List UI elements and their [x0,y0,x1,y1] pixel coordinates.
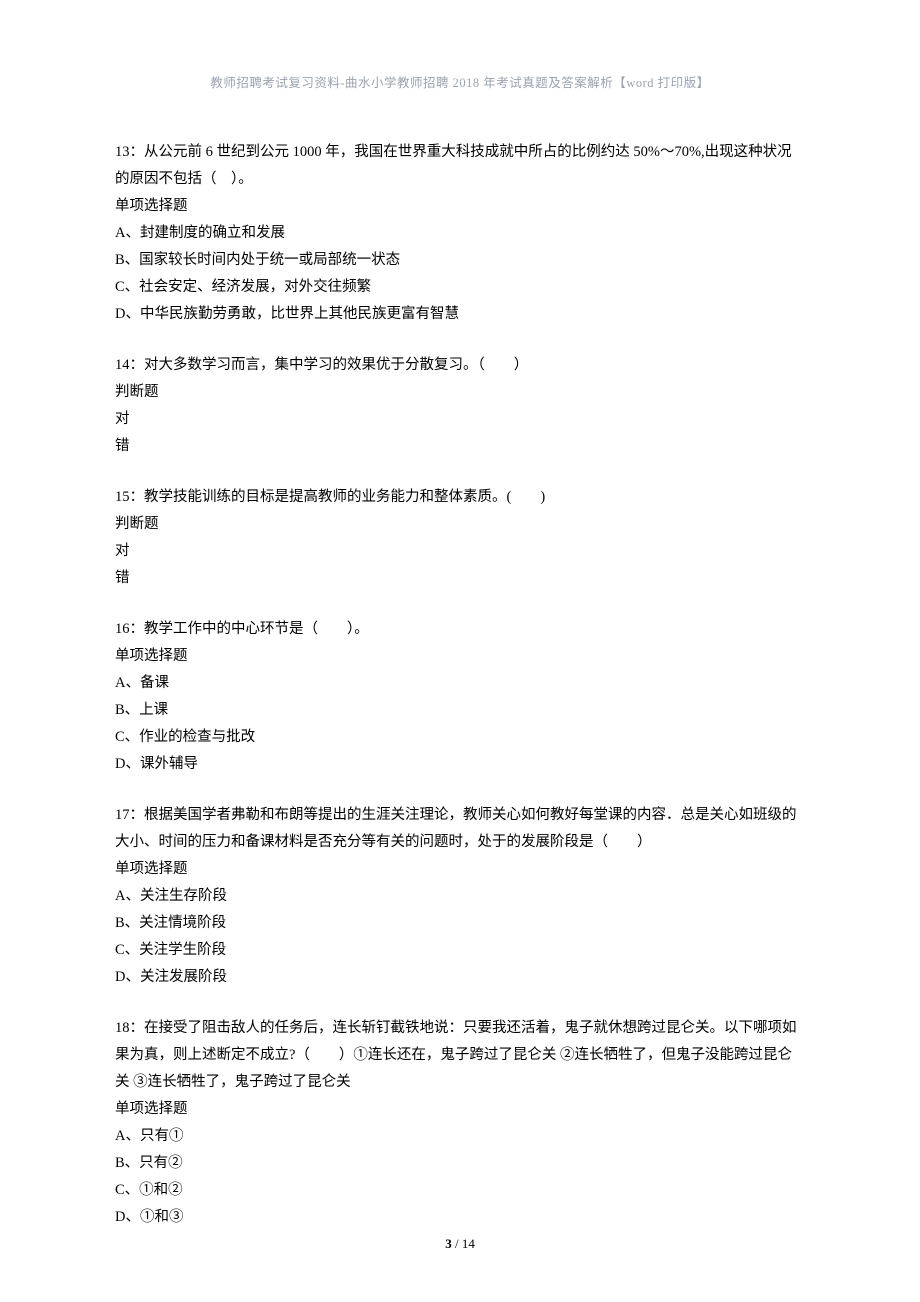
option-a: A、只有① [115,1123,805,1150]
option-b: B、上课 [115,697,805,724]
option-d: D、中华民族勤劳勇敢，比世界上其他民族更富有智慧 [115,301,805,328]
question-type: 单项选择题 [115,643,805,670]
question-type: 单项选择题 [115,193,805,220]
option-d: D、课外辅导 [115,751,805,778]
option-b: B、国家较长时间内处于统一或局部统一状态 [115,247,805,274]
question-type: 单项选择题 [115,856,805,883]
page-total: 14 [462,1236,475,1251]
page-sep: / [452,1236,462,1251]
q-num: 16 [115,621,130,637]
question-16: 16：教学工作中的中心环节是（ ）。 单项选择题 A、备课 B、上课 C、作业的… [115,616,805,778]
question-stem: 15：教学技能训练的目标是提高教师的业务能力和整体素质。( ) [115,484,805,511]
question-type: 单项选择题 [115,1096,805,1123]
question-stem: 18：在接受了阻击敌人的任务后，连长斩钉截铁地说：只要我还活着，鬼子就休想跨过昆… [115,1015,805,1096]
option-d: D、关注发展阶段 [115,964,805,991]
option-d: D、①和③ [115,1204,805,1231]
question-stem: 16：教学工作中的中心环节是（ ）。 [115,616,805,643]
question-stem: 14：对大多数学习而言，集中学习的效果优于分散复习。（ ） [115,352,805,379]
q-num: 14 [115,357,130,373]
question-type: 判断题 [115,511,805,538]
option-false: 错 [115,433,805,460]
question-18: 18：在接受了阻击敌人的任务后，连长斩钉截铁地说：只要我还活着，鬼子就休想跨过昆… [115,1015,805,1231]
question-17: 17：根据美国学者弗勒和布朗等提出的生涯关注理论，教师关心如何教好每堂课的内容．… [115,802,805,991]
option-true: 对 [115,538,805,565]
q-text: ：对大多数学习而言，集中学习的效果优于分散复习。（ ） [130,357,529,373]
question-15: 15：教学技能训练的目标是提高教师的业务能力和整体素质。( ) 判断题 对 错 [115,484,805,592]
q-text: ：教学技能训练的目标是提高教师的业务能力和整体素质。( ) [130,489,546,505]
q-num: 13 [115,144,130,160]
option-c: C、关注学生阶段 [115,937,805,964]
option-false: 错 [115,565,805,592]
option-a: A、关注生存阶段 [115,883,805,910]
option-true: 对 [115,406,805,433]
option-b: B、关注情境阶段 [115,910,805,937]
question-type: 判断题 [115,379,805,406]
q-text: ：教学工作中的中心环节是（ ）。 [130,621,369,637]
question-14: 14：对大多数学习而言，集中学习的效果优于分散复习。（ ） 判断题 对 错 [115,352,805,460]
q-text: ：从公元前 6 世纪到公元 1000 年，我国在世界重大科技成就中所占的比例约达… [115,144,792,187]
option-c: C、社会安定、经济发展，对外交往频繁 [115,274,805,301]
q-text: ：根据美国学者弗勒和布朗等提出的生涯关注理论，教师关心如何教好每堂课的内容．总是… [115,807,797,850]
option-c: C、①和② [115,1177,805,1204]
option-b: B、只有② [115,1150,805,1177]
q-num: 18 [115,1020,130,1036]
question-stem: 17：根据美国学者弗勒和布朗等提出的生涯关注理论，教师关心如何教好每堂课的内容．… [115,802,805,856]
page-header: 教师招聘考试复习资料-曲水小学教师招聘 2018 年考试真题及答案解析【word… [115,72,805,91]
option-a: A、封建制度的确立和发展 [115,220,805,247]
page-footer: 3 / 14 [0,1236,920,1252]
option-c: C、作业的检查与批改 [115,724,805,751]
question-13: 13：从公元前 6 世纪到公元 1000 年，我国在世界重大科技成就中所占的比例… [115,139,805,328]
question-stem: 13：从公元前 6 世纪到公元 1000 年，我国在世界重大科技成就中所占的比例… [115,139,805,193]
option-a: A、备课 [115,670,805,697]
q-text: ：在接受了阻击敌人的任务后，连长斩钉截铁地说：只要我还活着，鬼子就休想跨过昆仑关… [115,1020,797,1090]
q-num: 17 [115,807,130,823]
q-num: 15 [115,489,130,505]
